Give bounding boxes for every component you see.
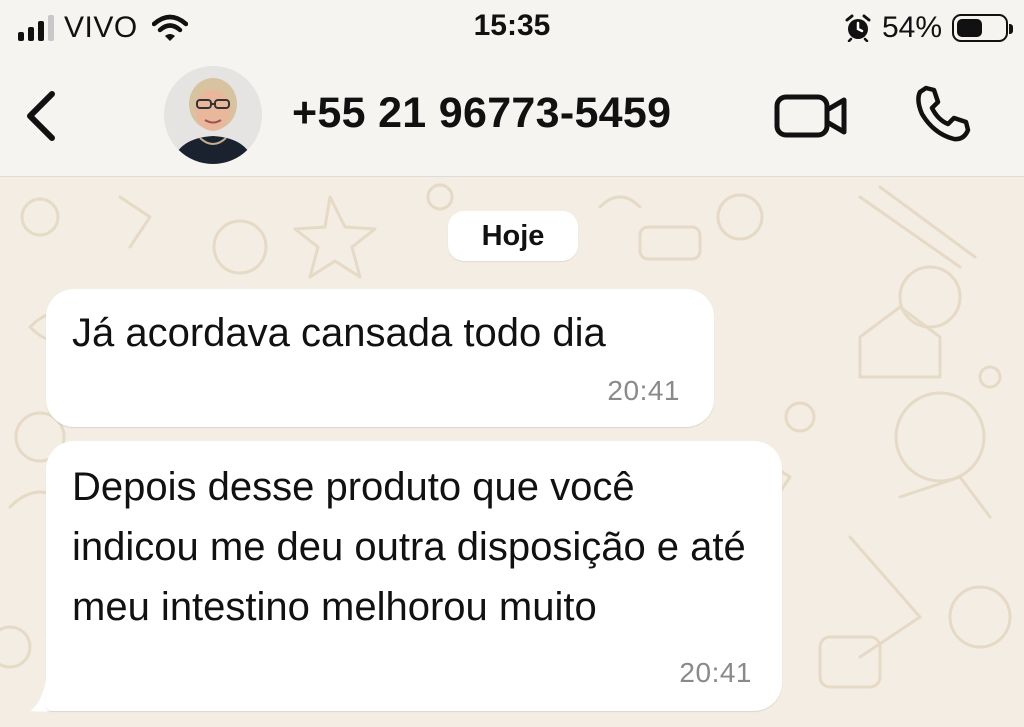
battery-icon <box>952 14 1013 42</box>
message-timestamp: 20:41 <box>679 657 752 688</box>
contact-name[interactable]: +55 21 96773-5459 <box>292 89 671 138</box>
message-bubble-incoming[interactable]: Já acordava cansada todo dia 20:41 <box>46 289 714 427</box>
alarm-icon <box>845 14 871 42</box>
chat-header: +55 21 96773-5459 <box>0 58 1024 177</box>
avatar[interactable] <box>164 66 262 164</box>
message-timestamp: 20:41 <box>607 375 680 406</box>
message-bubble-incoming[interactable]: Depois desse produto que você indicou me… <box>46 441 782 711</box>
video-call-icon[interactable] <box>774 92 848 140</box>
battery-level-fill <box>957 19 982 37</box>
phone-call-icon[interactable] <box>912 84 972 144</box>
battery-percentage: 54% <box>881 11 942 44</box>
avatar-photo <box>164 66 262 164</box>
status-bar: VIVO 15:35 54% <box>0 0 1024 58</box>
chat-area[interactable]: Hoje Já acordava cansada todo dia 20:41 … <box>0 177 1024 727</box>
status-bar-right: 54% <box>844 8 1013 48</box>
chevron-left-icon[interactable] <box>22 88 62 144</box>
date-separator: Hoje <box>448 211 578 261</box>
message-text: Depois desse produto que você indicou me… <box>72 465 746 629</box>
message-text: Já acordava cansada todo dia <box>72 311 606 355</box>
